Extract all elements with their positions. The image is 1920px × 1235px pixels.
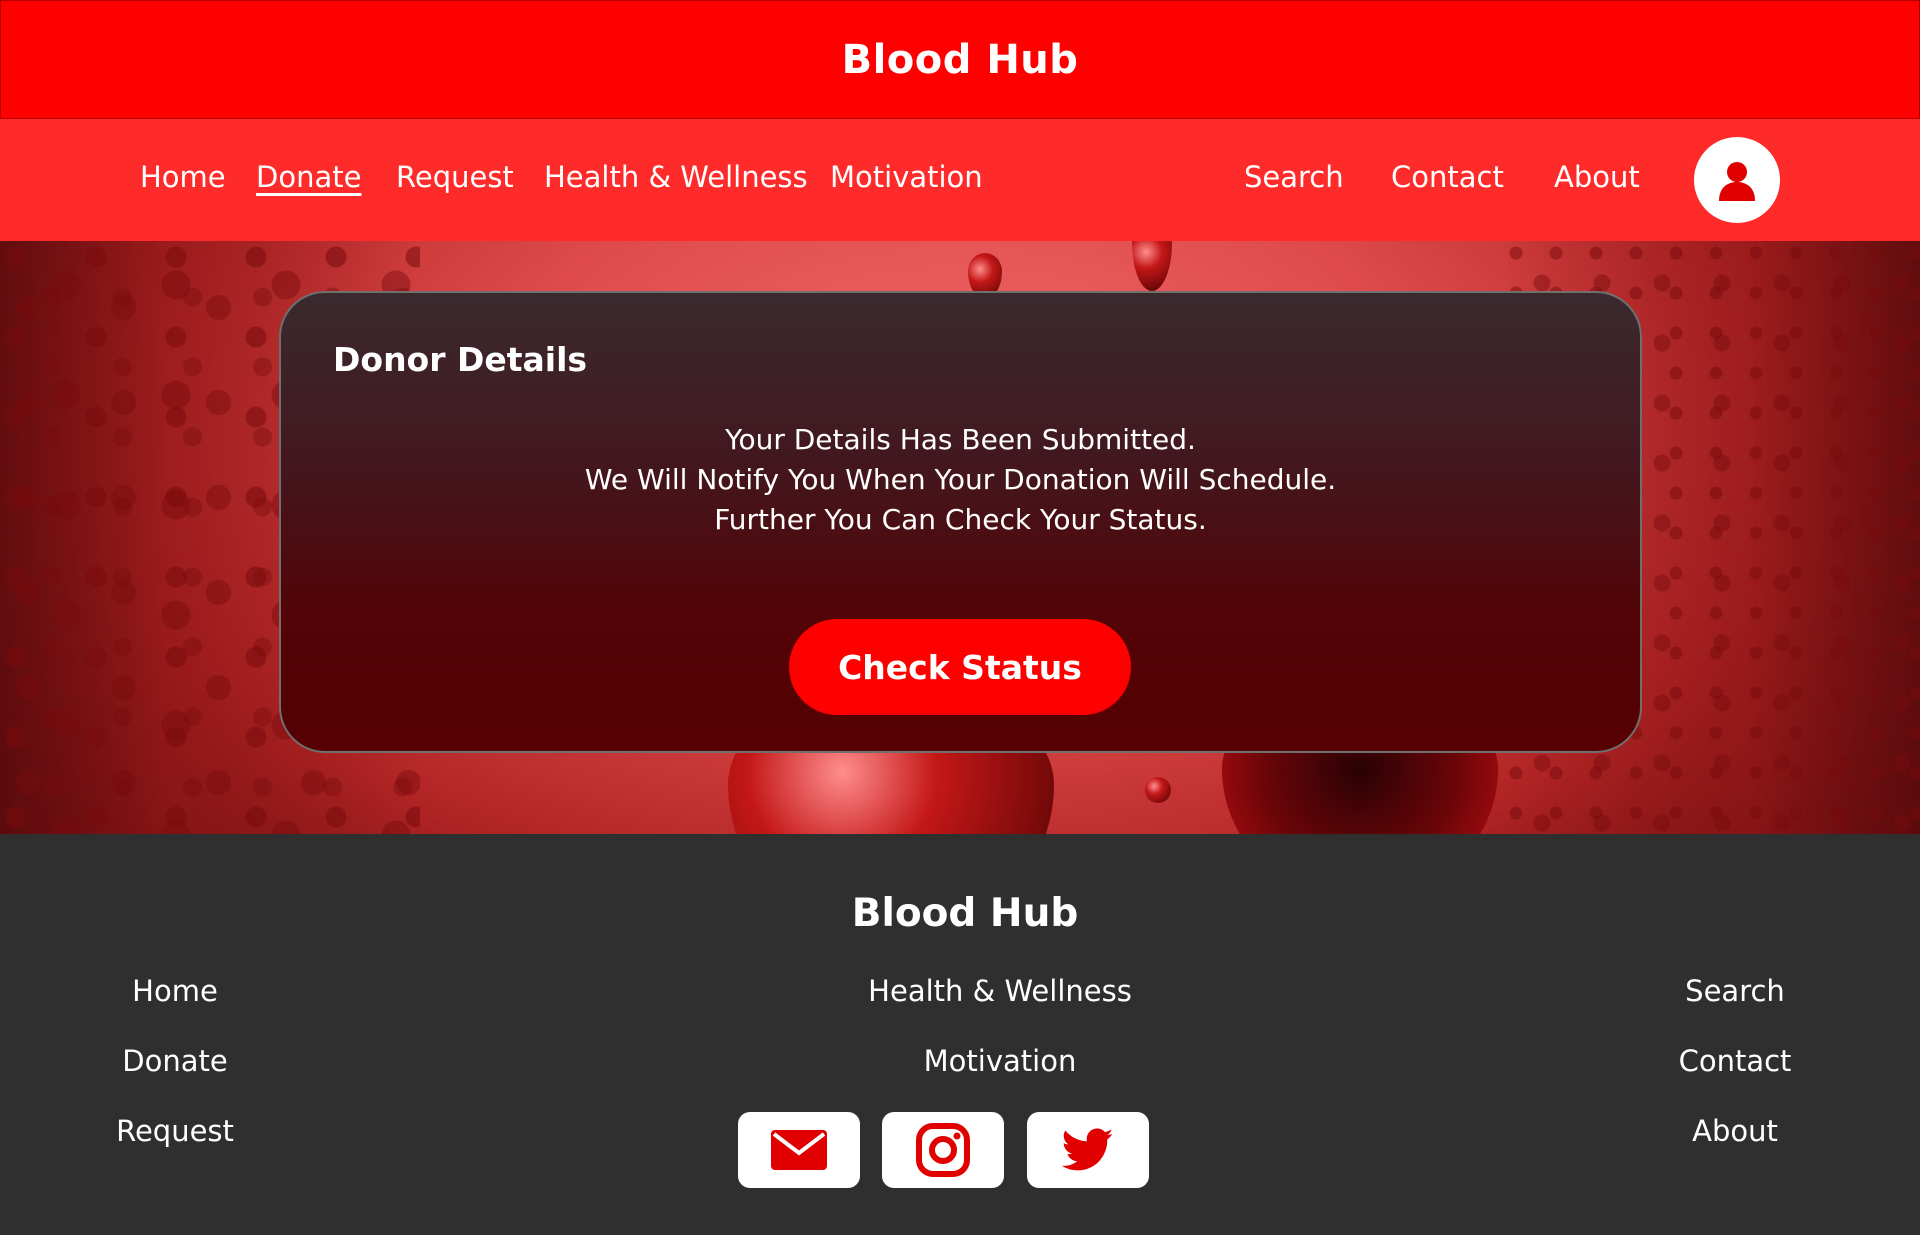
- footer-link-request[interactable]: Request: [60, 1114, 290, 1148]
- user-icon: [1719, 162, 1755, 201]
- message-line: Your Details Has Been Submitted.: [725, 423, 1196, 456]
- mail-icon: [771, 1130, 827, 1170]
- message-line: Further You Can Check Your Status.: [714, 503, 1207, 536]
- nav-health-wellness[interactable]: Health & Wellness: [544, 160, 808, 194]
- check-status-button[interactable]: Check Status: [789, 619, 1131, 715]
- site-title: Blood Hub: [841, 36, 1079, 83]
- confirmation-message: Your Details Has Been Submitted. We Will…: [279, 420, 1642, 540]
- footer-link-donate[interactable]: Donate: [60, 1044, 290, 1078]
- blood-drop: [1145, 777, 1171, 803]
- twitter-button[interactable]: [1027, 1112, 1149, 1188]
- footer-link-home[interactable]: Home: [60, 974, 290, 1008]
- nav-donate[interactable]: Donate: [256, 160, 361, 194]
- footer-link-contact[interactable]: Contact: [1620, 1044, 1850, 1078]
- instagram-button[interactable]: [882, 1112, 1004, 1188]
- instagram-icon: [916, 1123, 970, 1177]
- nav-home[interactable]: Home: [140, 160, 226, 194]
- card-title: Donor Details: [333, 340, 588, 379]
- blood-drop: [1132, 241, 1172, 291]
- nav-motivation[interactable]: Motivation: [830, 160, 983, 194]
- footer-link-search[interactable]: Search: [1620, 974, 1850, 1008]
- footer-link-about[interactable]: About: [1620, 1114, 1850, 1148]
- footer-link-health-wellness[interactable]: Health & Wellness: [800, 974, 1200, 1008]
- top-header: Blood Hub: [0, 0, 1920, 119]
- footer-link-motivation[interactable]: Motivation: [800, 1044, 1200, 1078]
- footer-title: Blood Hub: [851, 891, 1079, 936]
- nav-contact[interactable]: Contact: [1391, 160, 1504, 194]
- nav-request[interactable]: Request: [396, 160, 514, 194]
- email-button[interactable]: [738, 1112, 860, 1188]
- twitter-icon: [1062, 1128, 1114, 1171]
- nav-about[interactable]: About: [1554, 160, 1640, 194]
- nav-search[interactable]: Search: [1244, 160, 1344, 194]
- message-line: We Will Notify You When Your Donation Wi…: [584, 463, 1337, 496]
- profile-button[interactable]: [1694, 137, 1780, 223]
